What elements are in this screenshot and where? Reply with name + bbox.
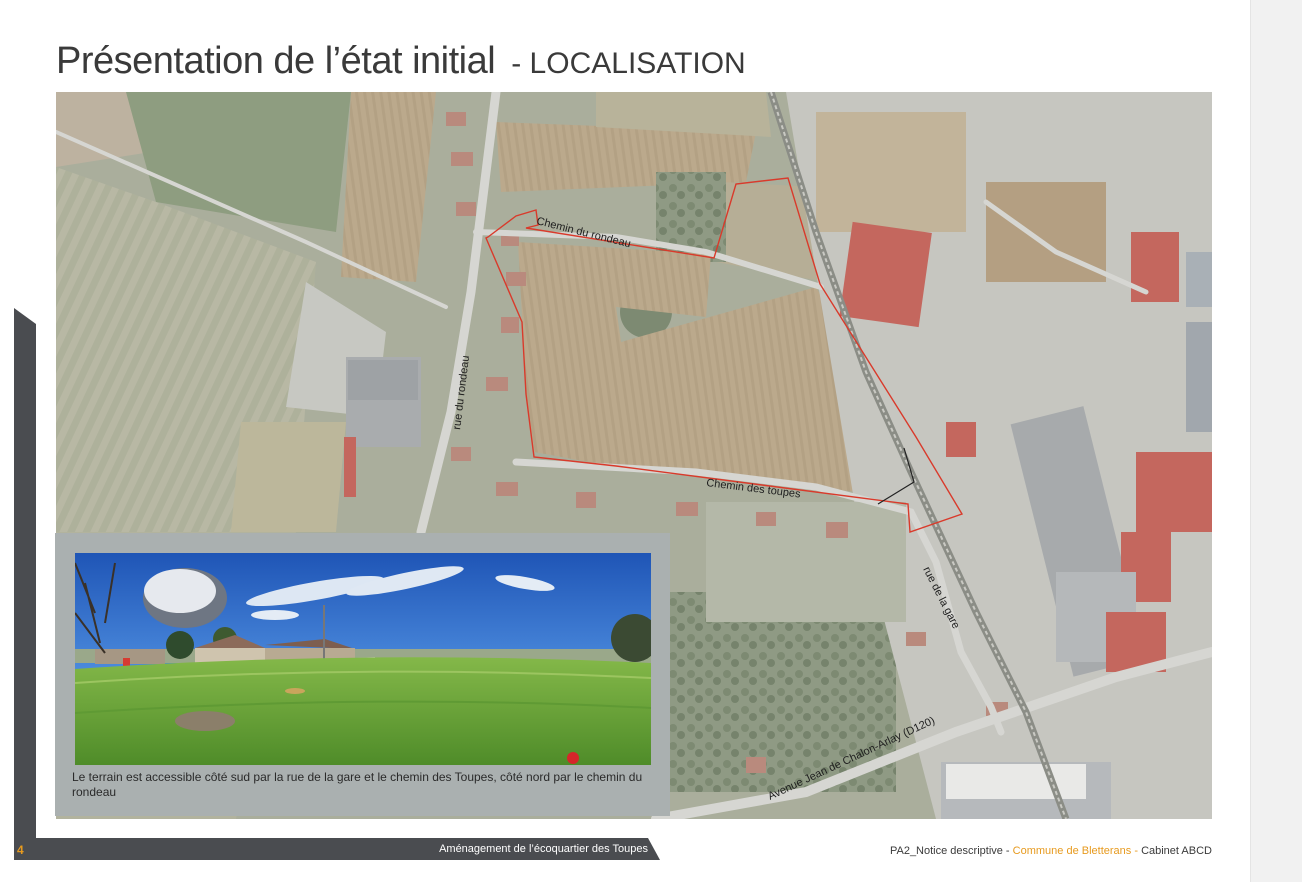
page-title-sub: - LOCALISATION bbox=[511, 47, 746, 80]
footer-commune: Commune de Bletterans bbox=[1012, 845, 1132, 857]
panorama-drawing bbox=[75, 553, 651, 765]
panorama-photo bbox=[75, 553, 651, 765]
footer-sep-2: - bbox=[1131, 845, 1142, 857]
footer-reference: PA2_Notice descriptive - Commune de Blet… bbox=[890, 845, 1212, 857]
right-gutter bbox=[1250, 0, 1302, 882]
side-decoration-bar bbox=[14, 308, 36, 843]
footer-doc: PA2_Notice descriptive bbox=[889, 845, 1003, 857]
photo-caption: Le terrain est accessible côté sud par l… bbox=[72, 770, 643, 799]
photo-inset: Le terrain est accessible côté sud par l… bbox=[55, 533, 670, 816]
page-title: Présentation de l’état initial - LOCALIS… bbox=[56, 40, 746, 83]
footer-project-title: Aménagement de l’écoquartier des Toupes bbox=[439, 843, 648, 855]
footer-sep-1: - bbox=[1002, 845, 1013, 857]
page-title-main: Présentation de l’état initial bbox=[56, 40, 496, 82]
page-number: 4 bbox=[17, 843, 24, 857]
footer-cabinet: Cabinet ABCD bbox=[1141, 845, 1212, 857]
